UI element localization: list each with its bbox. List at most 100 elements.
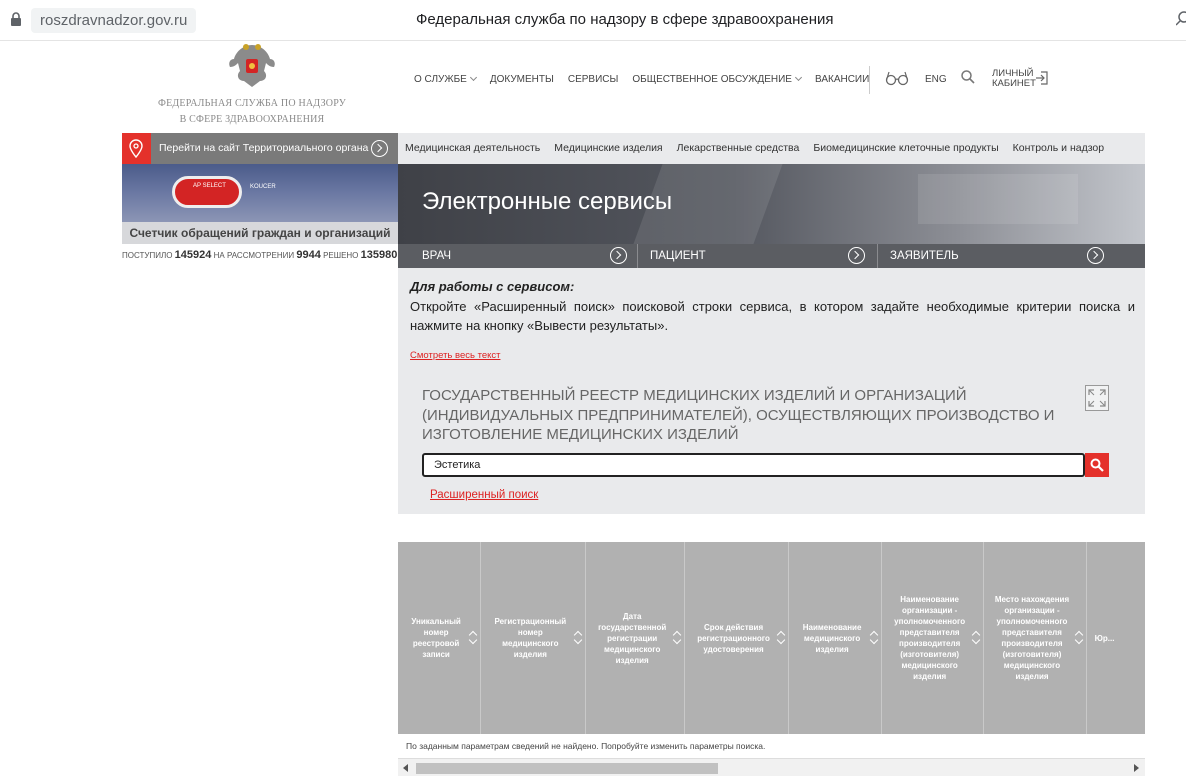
menu-item-vacancies[interactable]: Вакансии	[815, 74, 869, 85]
resolved-label: РЕШЕНО	[323, 251, 359, 260]
territorial-link[interactable]: Перейти на сайт Территориального органа	[151, 133, 398, 164]
received-label: ПОСТУПИЛО	[122, 251, 173, 260]
menu-item-services[interactable]: Сервисы	[568, 74, 619, 85]
column-header-label: Место нахождения организации - уполномоч…	[994, 595, 1070, 681]
see-full-text-link[interactable]: Смотреть весь текст	[410, 350, 500, 361]
menu-item-about[interactable]: О службе	[414, 73, 477, 85]
role-tabs: ВРАЧ ПАЦИЕНТ ЗАЯВИТЕЛЬ	[398, 244, 1145, 268]
hero-decoration	[918, 174, 1078, 224]
top-menu: О службе Документы Сервисы Общественное …	[414, 73, 883, 85]
resolved-value: 135980	[360, 249, 398, 261]
role-tab-applicant[interactable]: ЗАЯВИТЕЛЬ	[878, 244, 1145, 268]
select-badge: AP SELECT	[172, 176, 242, 208]
results-table-header: Уникальный номер реестровой записи Регис…	[398, 542, 1145, 734]
advanced-search-link[interactable]: Расширенный поиск	[430, 489, 538, 501]
language-switch[interactable]: ENG	[925, 74, 947, 85]
arrow-circle-icon	[610, 247, 627, 264]
agency-name: ФЕДЕРАЛЬНАЯ СЛУЖБА ПО НАДЗОРУ В СФЕРЕ ЗД…	[150, 96, 354, 128]
search-icon[interactable]	[1176, 10, 1186, 28]
column-header[interactable]: Регистрационный номер медицинского издел…	[481, 542, 587, 734]
column-header-label: Юр...	[1094, 633, 1115, 643]
review-label: НА РАССМОТРЕНИИ	[213, 251, 295, 260]
received-value: 145924	[174, 249, 212, 261]
scroll-right-icon[interactable]	[1134, 764, 1139, 772]
agency-name-line2: В СФЕРЕ ЗДРАВООХРАНЕНИЯ	[179, 114, 325, 125]
nav-biomedical-products[interactable]: Биомедицинские клеточные продукты	[813, 133, 998, 164]
column-header-label: Дата государственной регистрации медицин…	[598, 611, 667, 665]
personal-cabinet-link[interactable]: Личный кабинет	[992, 69, 1036, 89]
instructions-title-text: Для работы с сервисом	[410, 279, 570, 294]
chevron-down-icon	[469, 73, 477, 82]
page-title: Электронные сервисы	[422, 188, 673, 215]
emblem-icon[interactable]	[226, 41, 278, 91]
territorial-label: Перейти на сайт Территориального органа	[159, 142, 369, 154]
menu-item-public-discussion-label: Общественное обсуждение	[632, 74, 792, 85]
menu-divider	[869, 66, 870, 94]
arrow-circle-icon	[848, 247, 865, 264]
arrow-circle-icon	[1087, 247, 1104, 264]
column-header[interactable]: Юр...	[1087, 542, 1145, 734]
role-tab-patient[interactable]: ПАЦИЕНТ	[638, 244, 878, 268]
select-badge-label: AP SELECT	[193, 183, 226, 189]
sort-icon	[674, 630, 680, 644]
nav-control-supervision[interactable]: Контроль и надзор	[1013, 133, 1104, 164]
sort-icon	[575, 630, 581, 644]
column-header-label: Срок действия регистрационного удостовер…	[697, 622, 770, 654]
column-header[interactable]: Наименование медицинского изделия	[789, 542, 882, 734]
sort-icon	[1076, 630, 1082, 644]
service-panel: Для работы с сервисом: Откройте «Расшире…	[398, 268, 1145, 514]
scrollbar-thumb[interactable]	[416, 763, 718, 774]
nav-medical-devices[interactable]: Медицинские изделия	[554, 133, 662, 164]
window-title: Федеральная служба по надзору в сфере зд…	[416, 11, 834, 28]
login-icon[interactable]	[1036, 71, 1048, 85]
search-button[interactable]	[1085, 453, 1109, 477]
address-bar[interactable]: roszdravnadzor.gov.ru	[31, 8, 197, 33]
role-tab-applicant-label: ЗАЯВИТЕЛЬ	[890, 250, 959, 262]
registry-title: ГОСУДАРСТВЕННЫЙ РЕЕСТР МЕДИЦИНСКИХ ИЗДЕЛ…	[422, 387, 1055, 443]
column-header[interactable]: Уникальный номер реестровой записи	[398, 542, 482, 734]
menu-item-public-discussion[interactable]: Общественное обсуждение	[632, 73, 803, 85]
menu-item-documents[interactable]: Документы	[490, 74, 554, 85]
chevron-down-icon	[794, 73, 803, 82]
sort-icon	[778, 630, 784, 644]
column-header[interactable]: Дата государственной регистрации медицин…	[586, 542, 685, 734]
section-nav: Медицинская деятельность Медицинские изд…	[398, 133, 1145, 164]
glasses-icon[interactable]	[885, 70, 909, 86]
empty-results-message: По заданным параметрам сведений не найде…	[406, 741, 766, 751]
fullscreen-button[interactable]	[1085, 385, 1109, 411]
counter-title: Счетчик обращений граждан и организаций	[122, 222, 398, 244]
lock-icon	[11, 12, 21, 26]
column-header[interactable]: Наименование организации - уполномоченно…	[882, 542, 985, 734]
map-pin-button[interactable]	[122, 133, 151, 164]
role-tab-doctor[interactable]: ВРАЧ	[398, 244, 638, 268]
badge-side-label: KOUCER	[250, 184, 276, 190]
hero-banner: Электронные сервисы	[398, 164, 1145, 244]
search-icon[interactable]	[961, 70, 975, 84]
nav-medical-activity[interactable]: Медицинская деятельность	[405, 133, 540, 164]
horizontal-scrollbar[interactable]	[398, 758, 1145, 776]
column-header-label: Наименование организации - уполномоченно…	[894, 595, 966, 681]
counter-stats: ПОСТУПИЛО 145924 НА РАССМОТРЕНИИ 9944 РЕ…	[122, 249, 402, 261]
column-header[interactable]: Место нахождения организации - уполномоч…	[984, 542, 1087, 734]
instructions-text: Откройте «Расширенный поиск» поисковой с…	[410, 299, 1135, 333]
column-header[interactable]: Срок действия регистрационного удостовер…	[685, 542, 790, 734]
counter-banner-image: AP SELECT KOUCER	[122, 164, 398, 222]
browser-bar: roszdravnadzor.gov.ru Федеральная служба…	[0, 0, 1186, 41]
search-input[interactable]: Эстетика	[422, 453, 1085, 477]
scroll-left-icon[interactable]	[403, 764, 408, 772]
nav-medicines[interactable]: Лекарственные средства	[677, 133, 800, 164]
review-value: 9944	[296, 249, 321, 261]
role-tab-doctor-label: ВРАЧ	[422, 250, 452, 262]
expand-icon	[1088, 389, 1106, 407]
search-icon	[1090, 458, 1104, 472]
column-header-label: Уникальный номер реестровой записи	[411, 617, 461, 659]
map-pin-icon	[129, 139, 143, 159]
menu-item-about-label: О службе	[414, 74, 467, 85]
role-tab-patient-label: ПАЦИЕНТ	[650, 250, 706, 262]
column-header-label: Регистрационный номер медицинского издел…	[494, 617, 567, 659]
sort-icon	[973, 630, 979, 644]
arrow-circle-icon	[371, 140, 388, 157]
cabinet-line2: кабинет	[992, 78, 1036, 89]
sort-icon	[871, 630, 877, 644]
column-header-label: Наименование медицинского изделия	[802, 622, 862, 654]
